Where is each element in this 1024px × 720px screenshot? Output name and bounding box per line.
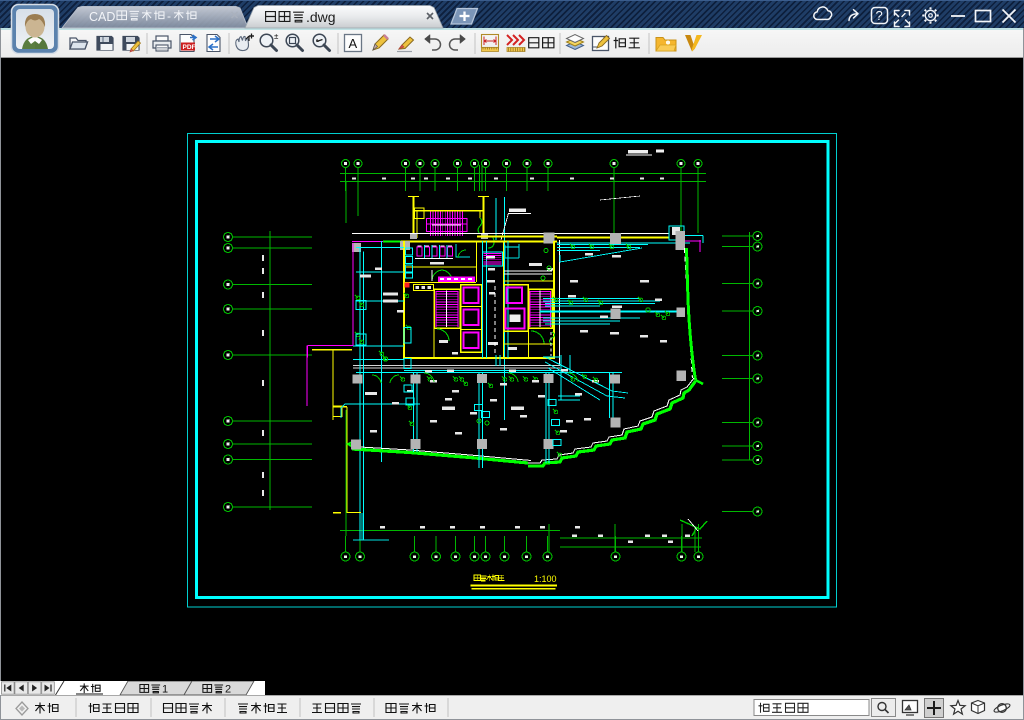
- svg-text:?: ?: [876, 8, 883, 23]
- svg-text:±: ±: [274, 32, 279, 41]
- svg-text:A: A: [349, 36, 358, 51]
- svg-text:-: -: [167, 9, 171, 23]
- svg-text:2: 2: [225, 684, 231, 696]
- svg-text:PDF: PDF: [183, 44, 196, 51]
- svg-text:1:100: 1:100: [534, 574, 557, 584]
- svg-text:1: 1: [162, 684, 168, 696]
- svg-text:CAD: CAD: [89, 10, 115, 24]
- svg-text:.dwg: .dwg: [306, 9, 336, 25]
